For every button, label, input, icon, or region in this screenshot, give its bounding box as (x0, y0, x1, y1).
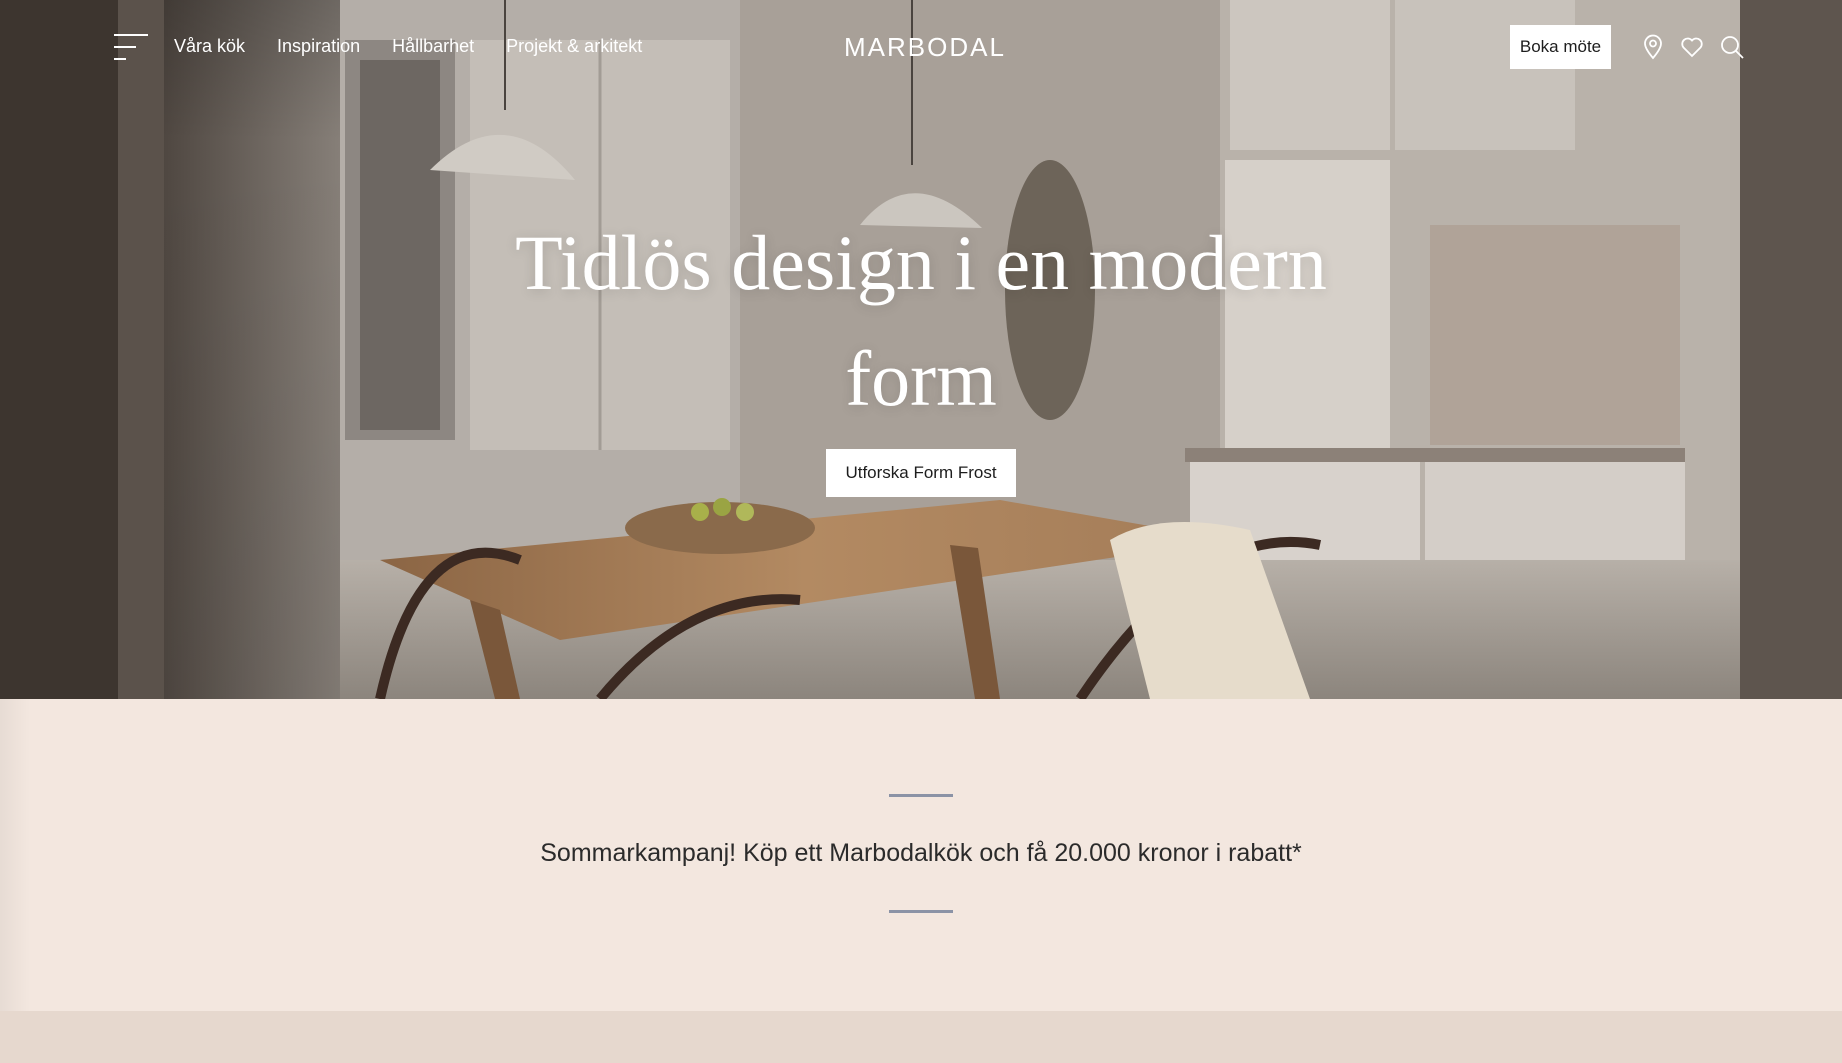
campaign-text[interactable]: Sommarkampanj! Köp ett Marbodalkök och f… (0, 837, 1842, 869)
nav-link-projekt-arkitekt[interactable]: Projekt & arkitekt (506, 34, 642, 58)
heart-icon[interactable] (1678, 33, 1706, 61)
nav-link-inspiration[interactable]: Inspiration (277, 34, 360, 58)
location-pin-icon[interactable] (1639, 33, 1667, 61)
hero-title: Tidlös design i en modern form (515, 219, 1327, 422)
search-icon[interactable] (1718, 33, 1746, 61)
top-divider (889, 794, 953, 797)
next-section-band (0, 1011, 1842, 1063)
nav-link-vara-kok[interactable]: Våra kök (174, 34, 245, 58)
explore-form-frost-button[interactable]: Utforska Form Frost (826, 449, 1016, 497)
book-meeting-button[interactable]: Boka möte (1510, 25, 1611, 69)
menu-icon[interactable] (114, 34, 148, 60)
site-logo[interactable]: MARBODAL (844, 30, 1004, 64)
main-nav-links: Våra kök Inspiration Hållbarhet Projekt … (174, 34, 642, 58)
campaign-banner: Sommarkampanj! Köp ett Marbodalkök och f… (0, 699, 1842, 1011)
top-navigation: Våra kök Inspiration Hållbarhet Projekt … (0, 0, 1842, 94)
nav-link-hallbarhet[interactable]: Hållbarhet (392, 34, 474, 58)
hero-section: Våra kök Inspiration Hållbarhet Projekt … (0, 0, 1842, 699)
bottom-divider (889, 910, 953, 913)
